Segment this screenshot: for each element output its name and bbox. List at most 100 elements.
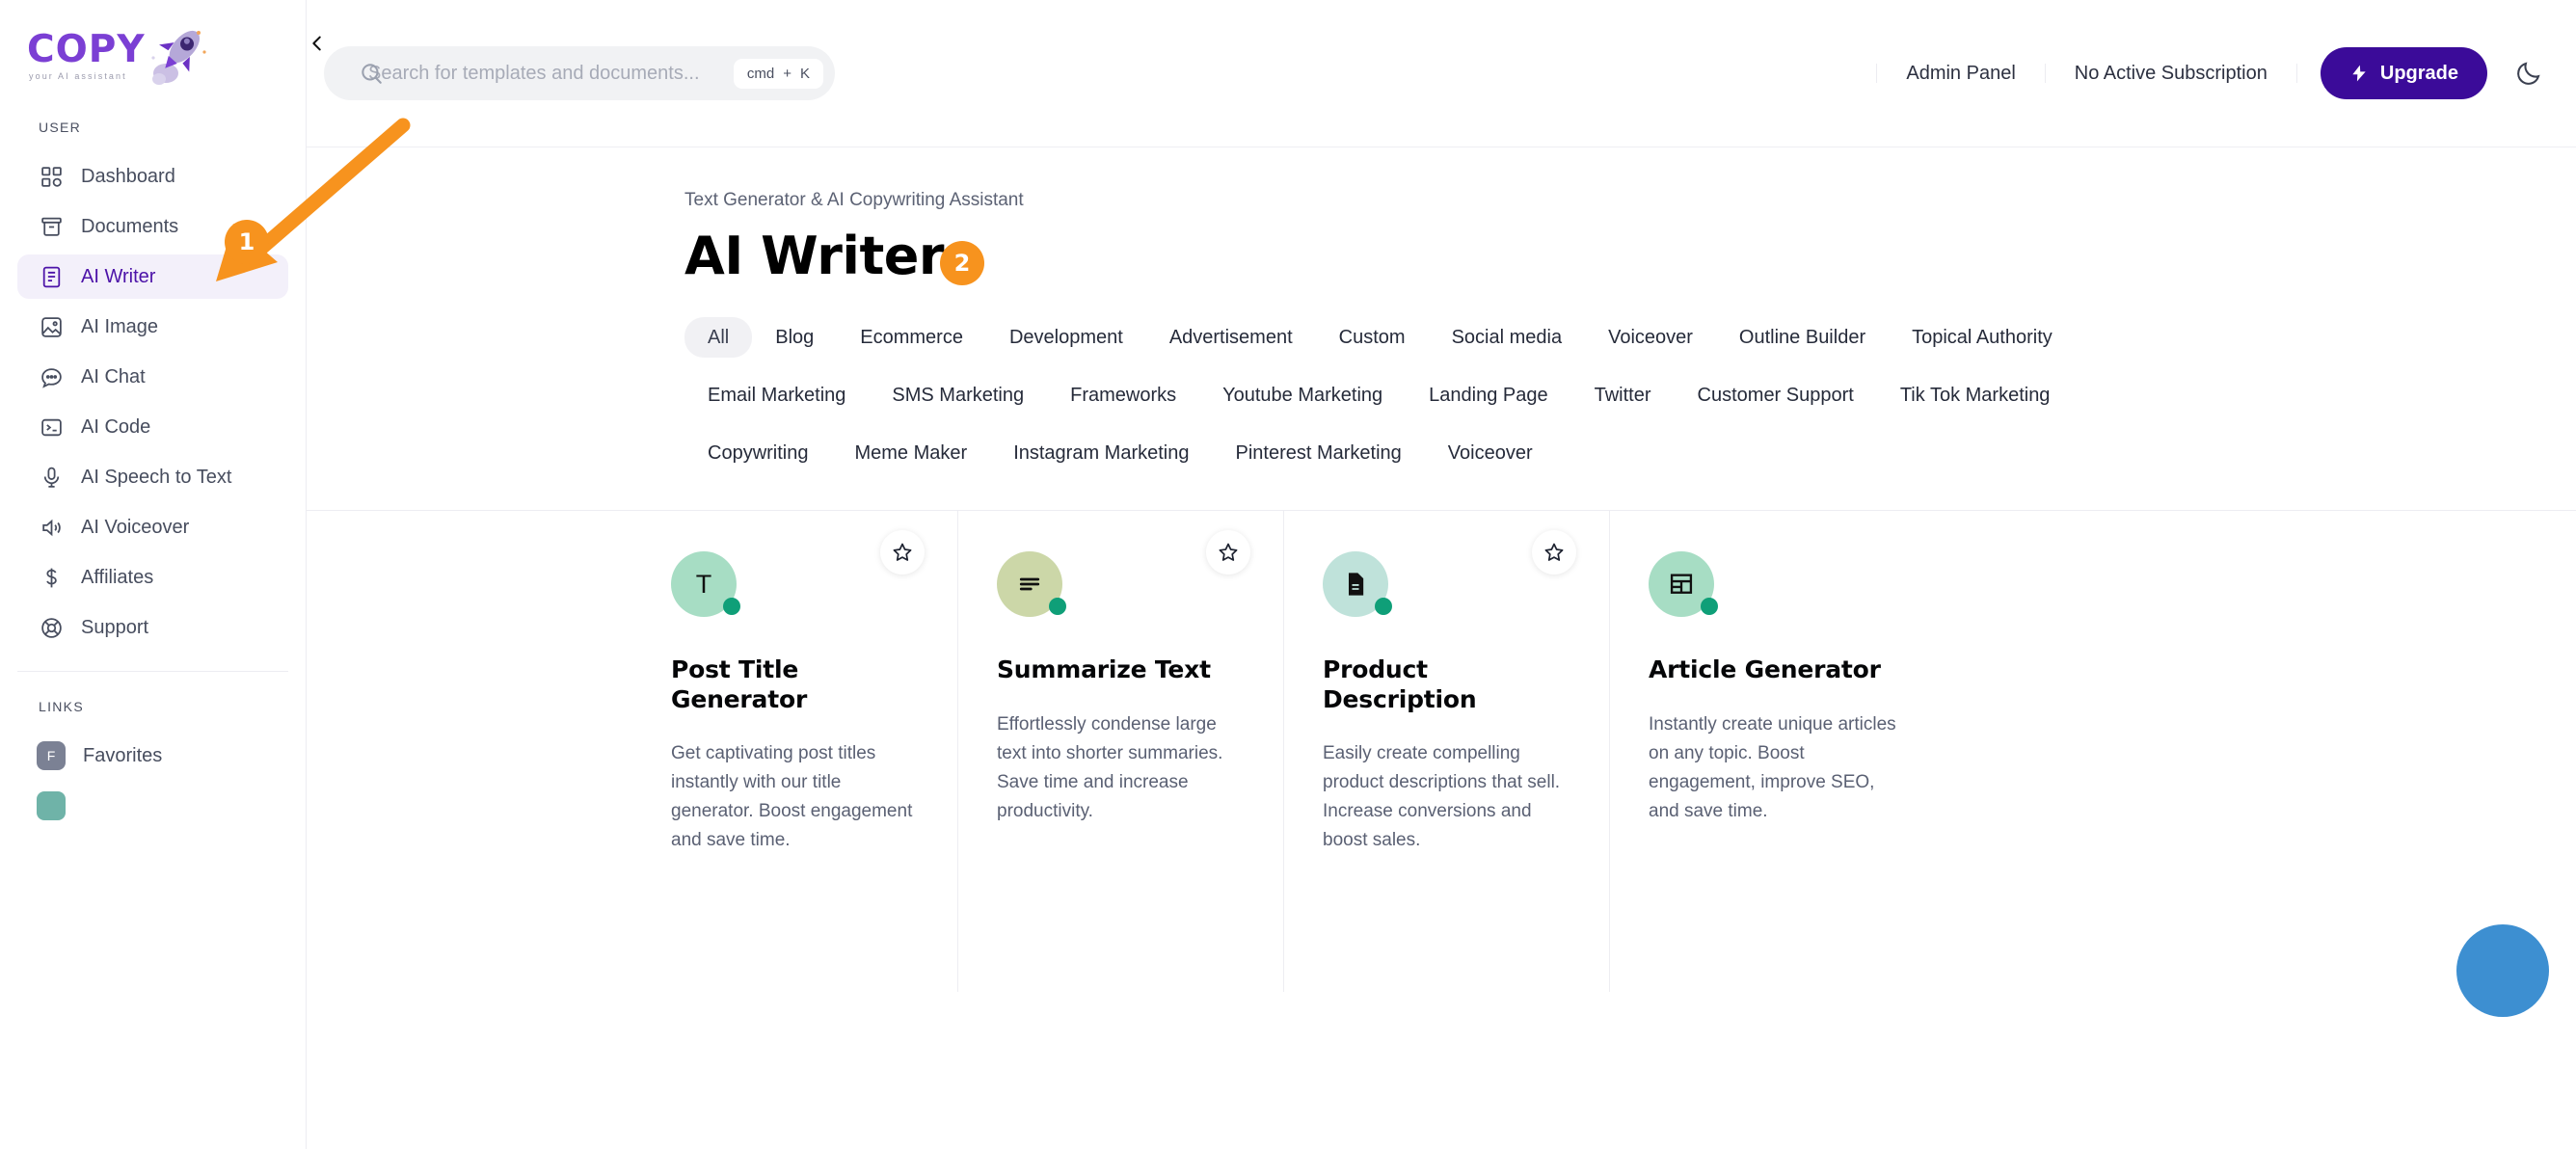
microphone-icon [39, 465, 64, 490]
tab-development[interactable]: Development [986, 317, 1146, 358]
sidebar-item-label: AI Image [81, 315, 159, 337]
star-outline-icon [1544, 543, 1564, 561]
shortcut-plus: + [783, 65, 792, 82]
card-title: Product Description [1323, 655, 1477, 713]
speaker-icon [39, 515, 64, 540]
subscription-status[interactable]: No Active Subscription [2046, 64, 2297, 83]
sidebar-item-ai-speech-to-text[interactable]: AI Speech to Text [17, 455, 288, 499]
card-title: Summarize Text [997, 655, 1211, 684]
sidebar-item-ai-code[interactable]: AI Code [17, 405, 288, 449]
sidebar-item-label: AI Speech to Text [81, 466, 232, 488]
shortcut-letter: K [799, 65, 810, 82]
sidebar-link-label: Favorites [83, 744, 163, 766]
grid-icon [39, 164, 64, 189]
sidebar-section-user: USER [39, 120, 82, 135]
status-dot [1375, 598, 1392, 616]
tab-ecommerce[interactable]: Ecommerce [837, 317, 986, 358]
tab-row-1: All Blog Ecommerce Development Advertise… [684, 315, 2576, 360]
tab-copywriting[interactable]: Copywriting [684, 433, 831, 473]
rocket-icon [151, 30, 206, 85]
favorite-button[interactable] [880, 530, 925, 575]
tab-twitter[interactable]: Twitter [1571, 375, 1675, 415]
letter-t-icon: T [671, 551, 740, 618]
tab-custom[interactable]: Custom [1316, 317, 1429, 358]
sidebar-item-label: Dashboard [81, 165, 175, 187]
link-badge-icon [37, 791, 66, 820]
template-card[interactable]: T Post Title Generator Get captivating p… [632, 511, 958, 993]
document-text-icon [39, 264, 64, 289]
search-input[interactable] [368, 62, 718, 85]
template-card[interactable]: Product Description Easily create compel… [1284, 511, 1610, 993]
sidebar-item-ai-voiceover[interactable]: AI Voiceover [17, 505, 288, 549]
tab-row-2: Email Marketing SMS Marketing Frameworks… [684, 373, 2576, 417]
sidebar-collapse-button[interactable] [297, 23, 337, 64]
sidebar-item-label: Support [81, 616, 149, 638]
tab-customer-support[interactable]: Customer Support [1675, 375, 1877, 415]
tab-landing-page[interactable]: Landing Page [1406, 375, 1570, 415]
document-icon [1323, 551, 1392, 618]
main-area: cmd + K Admin Panel No Active Subscripti… [307, 0, 2576, 1149]
favorite-button[interactable] [1206, 530, 1250, 575]
sidebar-item-label: AI Writer [81, 265, 156, 287]
sidebar-section-links: LINKS [39, 699, 84, 714]
tab-social-media[interactable]: Social media [1429, 317, 1586, 358]
chat-support-fab[interactable] [2456, 924, 2549, 1018]
card-description: Effortlessly condense large text into sh… [997, 713, 1223, 821]
sidebar-item-support[interactable]: Support [17, 605, 288, 650]
sidebar-item-label: AI Chat [81, 365, 146, 387]
search-bar[interactable]: cmd + K [324, 46, 835, 100]
topbar: cmd + K Admin Panel No Active Subscripti… [307, 0, 2576, 147]
text-lines-icon [997, 551, 1066, 618]
tab-blog[interactable]: Blog [752, 317, 837, 358]
document-glyph-icon [1349, 573, 1364, 596]
status-dot [723, 598, 740, 616]
sidebar-item-ai-chat[interactable]: AI Chat [17, 355, 288, 399]
sidebar-item-dashboard[interactable]: Dashboard [17, 154, 288, 199]
tab-topical-authority[interactable]: Topical Authority [1889, 317, 2076, 358]
sidebar-item-ai-image[interactable]: AI Image [17, 305, 288, 349]
theme-toggle-button[interactable] [2514, 59, 2543, 88]
sidebar-link-favorites[interactable]: F Favorites [17, 734, 288, 778]
page-title: AI Writer [684, 226, 945, 286]
tab-email-marketing[interactable]: Email Marketing [684, 375, 869, 415]
tab-instagram-marketing[interactable]: Instagram Marketing [990, 433, 1212, 473]
template-card[interactable]: Article Generator Instantly create uniqu… [1610, 511, 1936, 993]
tab-voiceover-2[interactable]: Voiceover [1425, 433, 1556, 473]
chevron-left-icon [312, 36, 321, 51]
favorites-badge: F [37, 741, 66, 770]
template-cards-list: T Post Title Generator Get captivating p… [307, 510, 2576, 993]
template-card[interactable]: Summarize Text Effortlessly condense lar… [958, 511, 1284, 993]
card-title: Article Generator [1649, 655, 1881, 684]
tab-tik-tok-marketing[interactable]: Tik Tok Marketing [1877, 375, 2074, 415]
card-title: Post Title Generator [671, 655, 808, 713]
tab-youtube-marketing[interactable]: Youtube Marketing [1199, 375, 1406, 415]
tab-pinterest-marketing[interactable]: Pinterest Marketing [1212, 433, 1424, 473]
tab-advertisement[interactable]: Advertisement [1146, 317, 1316, 358]
star-outline-icon [1219, 543, 1238, 561]
sidebar-link-partial[interactable] [17, 784, 288, 828]
tab-outline-builder[interactable]: Outline Builder [1716, 317, 1889, 358]
sidebar-item-affiliates[interactable]: Affiliates [17, 555, 288, 600]
card-description: Get captivating post titles instantly wi… [671, 743, 913, 851]
card-description: Easily create compelling product descrip… [1323, 743, 1561, 851]
annotation-badge-1: 1 [225, 220, 269, 264]
category-tabs: All Blog Ecommerce Development Advertise… [307, 315, 2576, 475]
sidebar-item-label: AI Voiceover [81, 516, 190, 538]
tab-voiceover[interactable]: Voiceover [1585, 317, 1716, 358]
favorite-button[interactable] [1532, 530, 1576, 575]
status-dot [1701, 598, 1718, 616]
text-lines-glyph-icon [1019, 577, 1040, 591]
search-shortcut-badge: cmd + K [733, 58, 823, 89]
card-icon-glyph: T [695, 569, 712, 599]
tab-all[interactable]: All [684, 317, 753, 359]
upgrade-button[interactable]: Upgrade [2320, 47, 2487, 99]
brand-logo[interactable]: COPY your AI assistant [0, 0, 306, 93]
tab-frameworks[interactable]: Frameworks [1047, 375, 1199, 415]
shortcut-cmd: cmd [746, 65, 775, 82]
brand-name: COPY [27, 28, 146, 71]
tab-sms-marketing[interactable]: SMS Marketing [869, 375, 1047, 415]
tab-meme-maker[interactable]: Meme Maker [831, 433, 990, 473]
admin-panel-link[interactable]: Admin Panel [1876, 64, 2046, 83]
page-content: Text Generator & AI Copywriting Assistan… [307, 147, 2576, 1018]
star-outline-icon [893, 543, 912, 561]
